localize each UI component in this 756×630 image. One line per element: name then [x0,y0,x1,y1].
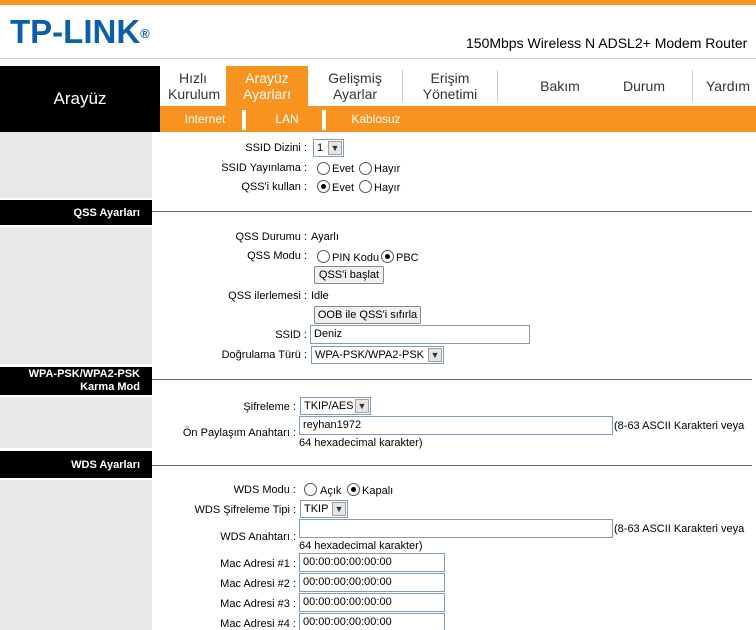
wds-key-input[interactable] [299,519,613,538]
chevron-down-icon: ▼ [332,502,346,516]
nav-quick-setup-label: Hızlı Kurulum [168,70,221,102]
nav-quick-setup[interactable]: Hızlı Kurulum [160,66,226,106]
wds-key-hint-line2: 64 hexadecimal karakter) [299,540,423,552]
subnav-separator [242,110,246,130]
mac2-input[interactable]: 00:00:00:00:00:00 [299,573,445,592]
wpa-section-heading: WPA-PSK/WPA2-PSK Karma Mod [0,367,152,395]
encryption-value: TKIP/AES [304,400,354,412]
mac3-input[interactable]: 00:00:00:00:00:00 [299,593,445,612]
qss-mode-pin-label: PIN Kodu [332,252,380,264]
encryption-label: Şifreleme : [243,401,296,413]
ssid-index-label: SSID Dizini : [245,142,307,154]
nav-separator [692,70,693,102]
qss-use-yes-radio[interactable] [317,180,330,193]
qss-mode-label: QSS Modu : [247,250,307,262]
main-nav: Hızlı Kurulum Arayüz Ayarları Gelişmiş A… [160,66,756,106]
chevron-down-icon: ▼ [355,399,369,413]
wds-key-hint-line1: (8-63 ASCII Karakteri veya [614,523,745,535]
router-admin-page: TP-LINK® 150Mbps Wireless N ADSL2+ Modem… [0,0,756,630]
nav-interface-settings[interactable]: Arayüz Ayarları [226,66,308,106]
mac4-input[interactable]: 00:00:00:00:00:00 [299,613,445,630]
mac1-label: Mac Adresi #1 : [220,558,296,570]
qss-mode-pbc-radio[interactable] [381,250,394,263]
qss-progress-value: Idle [311,290,329,302]
mac4-label: Mac Adresi #4 : [220,618,296,630]
ssid-broadcast-no-label: Hayır [374,163,401,175]
auth-type-label: Doğrulama Türü : [221,349,307,361]
nav-interface-settings-label: Arayüz Ayarları [243,70,291,102]
ssid-broadcast-label: SSID Yayınlama : [221,162,307,174]
qss-status-value: Ayarlı [311,231,339,243]
wds-mode-on-radio[interactable] [304,483,317,496]
nav-status[interactable]: Durum [612,66,676,106]
wds-mode-off-label: Kapalı [362,485,394,497]
wds-settings-heading: WDS Ayarları [0,451,152,478]
qss-progress-label: QSS ilerlemesi : [228,290,307,302]
qss-status-label: QSS Durumu : [235,231,307,243]
qss-use-yes-label: Evet [332,182,355,194]
chevron-down-icon: ▼ [328,141,342,155]
mac2-label: Mac Adresi #2 : [220,578,296,590]
chevron-down-icon: ▼ [428,348,442,362]
nav-advanced-settings[interactable]: Gelişmiş Ayarlar [308,66,402,106]
qss-use-label: QSS'i kullan : [241,181,307,193]
section-divider [152,379,752,380]
psk-hint-line2: 64 hexadecimal karakter) [299,437,423,449]
sub-nav: Internet LAN Kablosuz [160,106,756,132]
ssid-label: SSID : [275,329,307,341]
header-divider [0,58,756,59]
subnav-separator [322,110,326,130]
encryption-select[interactable]: TKIP/AES ▼ [300,397,371,415]
ssid-broadcast-yes-radio[interactable] [317,162,330,175]
ssid-input[interactable]: Deniz [310,325,530,344]
wpa-heading-line1: WPA-PSK/WPA2-PSK [28,368,140,380]
subnav-wireless[interactable]: Kablosuz [340,106,412,132]
section-divider [152,211,752,212]
top-accent-bar [0,0,756,5]
ssid-broadcast-no-radio[interactable] [359,162,372,175]
ssid-index-select[interactable]: 1 ▼ [313,139,344,157]
nav-access-management[interactable]: Erişim Yönetimi [403,66,497,106]
logo-text: TP-LINK [10,13,141,50]
panel-gap [0,478,152,480]
subnav-internet[interactable]: Internet [170,106,240,132]
nav-maintenance[interactable]: Bakım [498,66,622,106]
wds-mode-off-radio[interactable] [347,483,360,496]
panel-gap [0,225,152,227]
auth-type-value: WPA-PSK/WPA2-PSK [315,349,425,361]
nav-advanced-settings-label: Gelişmiş Ayarlar [328,70,382,102]
psk-input[interactable]: reyhan1972 [299,416,613,435]
psk-label: Ön Paylaşım Anahtarı : [182,427,296,439]
ssid-broadcast-yes-label: Evet [332,163,355,175]
wds-mode-on-label: Açık [320,485,342,497]
qss-reset-oob-button[interactable]: OOB ile QSS'i sıfırla [314,306,421,324]
auth-type-select[interactable]: WPA-PSK/WPA2-PSK ▼ [311,346,444,364]
nav-help[interactable]: Yardım [706,66,756,106]
wpa-heading-line2: Karma Mod [80,381,140,393]
qss-start-button[interactable]: QSS'i başlat [314,266,384,284]
product-name: 150Mbps Wireless N ADSL2+ Modem Router [466,35,748,51]
registered-mark: ® [140,26,150,41]
mac3-label: Mac Adresi #3 : [220,598,296,610]
wds-key-label: WDS Anahtarı : [220,531,296,543]
qss-settings-heading: QSS Ayarları [0,200,152,225]
tp-link-logo: TP-LINK® [10,15,150,48]
psk-hint-line1: (8-63 ASCII Karakteri veya [614,420,745,432]
nav-access-management-label: Erişim Yönetimi [422,70,478,102]
panel-gap [0,395,152,397]
mac1-input[interactable]: 00:00:00:00:00:00 [299,553,445,572]
qss-mode-pbc-label: PBC [396,252,419,264]
wds-encryption-value: TKIP [304,503,329,515]
wds-encryption-label: WDS Şifreleme Tipi : [194,504,296,516]
ssid-index-value: 1 [317,142,324,154]
qss-use-no-radio[interactable] [359,180,372,193]
section-label: Arayüz [0,66,160,132]
wds-mode-label: WDS Modu : [233,484,296,496]
qss-use-no-label: Hayır [374,182,401,194]
wds-encryption-select[interactable]: TKIP ▼ [300,500,348,518]
subnav-lan[interactable]: LAN [252,106,322,132]
qss-mode-pin-radio[interactable] [317,250,330,263]
section-divider [152,465,752,466]
